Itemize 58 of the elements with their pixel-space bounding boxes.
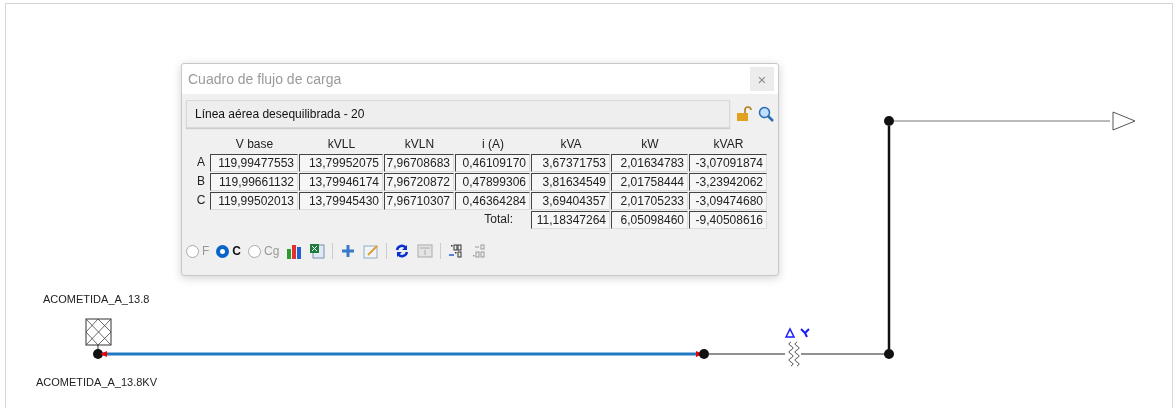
value-cell: 3,67371753 [531,154,610,172]
total-cell: -9,40508616 [689,211,767,229]
column-header: kVLN [403,136,436,153]
bus-label: ACOMETIDA_A_13.8KV [36,376,158,388]
node-dot [93,349,103,359]
value-cell: 13,79952075 [299,154,383,172]
total-cell: 11,18347264 [531,211,610,229]
value-cell: 119,99661132 [210,173,298,191]
element-field[interactable]: Línea aérea desequilibrada - 20 [186,100,730,128]
padlock-icon[interactable] [736,106,752,122]
value-cell: 0,46109170 [455,154,530,172]
column-header: V base [234,136,275,153]
transformer-icon[interactable] [788,341,800,367]
node-dot [884,349,894,359]
value-cell: 7,96710307 [384,192,454,210]
wye-icon [800,328,810,338]
value-cell: 0,46364284 [455,192,530,210]
value-cell: 2,01634783 [611,154,688,172]
node-dot [884,116,894,126]
value-cell: 13,79946174 [299,173,383,191]
node-dot [699,349,709,359]
value-cell: 2,01758444 [611,173,688,191]
value-cell: 13,79945430 [299,192,383,210]
value-cell: -3,23942062 [689,173,767,191]
value-cell: 3,69404357 [531,192,610,210]
mode-radio[interactable]: Cg [248,244,280,258]
total-label: Total: [483,211,514,228]
column-header: kVAR [712,136,745,153]
value-cell: 0,47899306 [455,173,530,191]
phase-label: B [196,173,206,190]
phase-label: C [195,192,207,209]
bar-chart-icon[interactable] [286,243,303,259]
column-header: kW [640,136,660,153]
value-cell: -3,09474680 [689,192,767,210]
increase-decimals-icon[interactable] [448,243,465,259]
refresh-icon[interactable] [394,243,411,259]
value-cell: 7,96720872 [384,173,454,191]
phase-label: A [196,154,206,171]
delta-icon [784,327,796,338]
load-arrow-icon [1112,111,1136,131]
arrow-icon [100,351,107,357]
total-cell: 6,05098460 [611,211,688,229]
column-header: kVLL [326,136,357,153]
spreadsheet-icon[interactable] [309,243,326,259]
value-cell: -3,07091874 [689,154,767,172]
window-title: Cuadro de flujo de carga [188,71,342,87]
close-button[interactable]: × [750,67,774,91]
search-icon[interactable] [758,106,774,122]
value-cell: 119,99477553 [210,154,298,172]
column-header: i (A) [481,136,505,153]
value-cell: 7,96708683 [384,154,454,172]
value-cell: 2,01705233 [611,192,688,210]
source-symbol-icon [85,318,112,346]
add-icon[interactable] [340,243,357,259]
value-cell: 3,81634549 [531,173,610,191]
source-label: ACOMETIDA_A_13.8 [43,293,150,305]
column-header: kVA [559,136,583,153]
value-cell: 119,99502013 [210,192,298,210]
